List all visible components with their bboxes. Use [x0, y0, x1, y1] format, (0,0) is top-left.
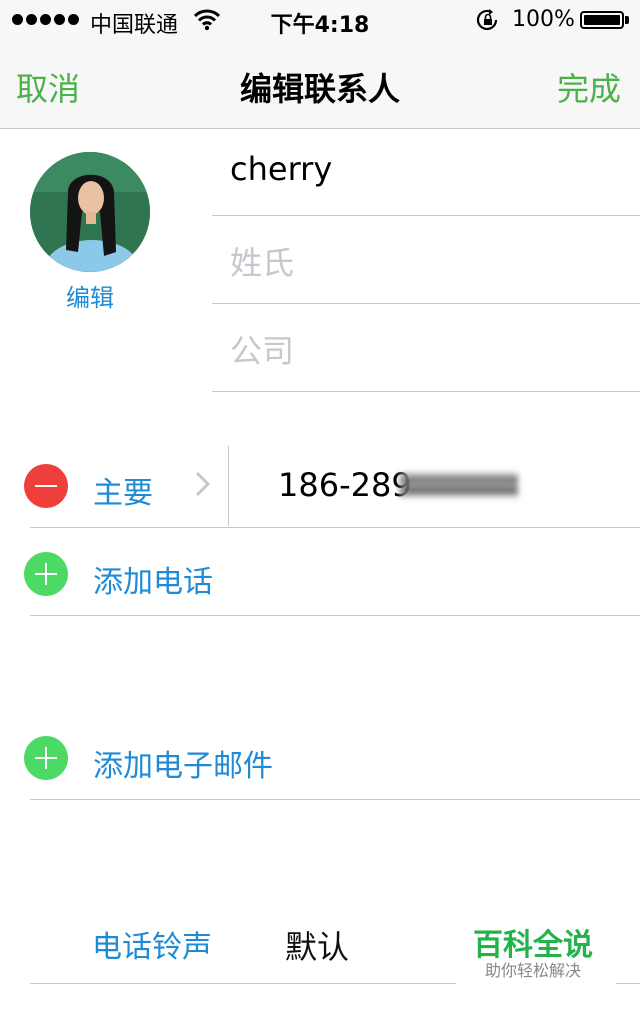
navigation-bar: 取消 编辑联系人 完成 — [0, 40, 640, 129]
edit-photo-button[interactable]: 编辑 — [30, 278, 150, 313]
company-field[interactable]: 公司 — [212, 304, 640, 392]
divider — [228, 446, 229, 526]
battery-tip — [625, 16, 629, 24]
first-name-field[interactable]: cherry — [212, 128, 640, 216]
first-name-value: cherry — [230, 150, 333, 188]
status-bar: 中国联通 下午4:18 100% — [0, 0, 640, 40]
separator — [30, 615, 640, 616]
done-button[interactable]: 完成 — [557, 64, 621, 110]
separator — [30, 527, 640, 528]
phone-number-field[interactable]: 186-289 — [278, 466, 412, 504]
add-email-button[interactable]: 添加电子邮件 — [93, 741, 273, 785]
chevron-right-icon[interactable] — [194, 470, 212, 502]
contact-avatar[interactable] — [30, 152, 150, 272]
page-title: 编辑联系人 — [239, 70, 400, 108]
redacted-number — [400, 472, 518, 498]
battery-percentage: 100% — [512, 7, 575, 32]
add-phone-button[interactable]: 添加电话 — [93, 557, 213, 601]
phone-label-selector[interactable]: 主要 — [93, 468, 153, 512]
add-phone-icon[interactable] — [24, 552, 68, 596]
remove-phone-button[interactable] — [24, 464, 68, 508]
battery-icon — [580, 11, 624, 29]
company-placeholder: 公司 — [230, 332, 295, 370]
add-email-icon[interactable] — [24, 736, 68, 780]
ringtone-label[interactable]: 电话铃声 — [92, 922, 212, 966]
last-name-field[interactable]: 姓氏 — [212, 216, 640, 304]
rotation-lock-icon — [476, 9, 500, 35]
watermark-subtitle: 助你轻松解决 — [484, 961, 581, 980]
separator — [30, 799, 640, 800]
ringtone-value[interactable]: 默认 — [285, 922, 349, 968]
last-name-placeholder: 姓氏 — [230, 244, 295, 282]
